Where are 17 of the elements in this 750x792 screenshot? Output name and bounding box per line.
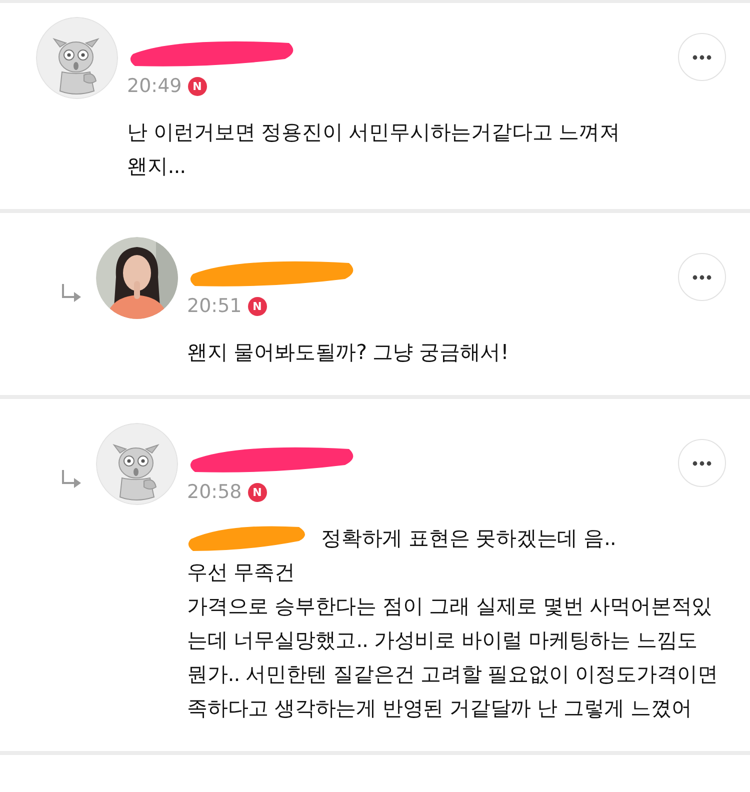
more-button[interactable] — [678, 439, 726, 487]
comment-text: 왠지 물어봐도될까? 그냥 궁금해서! — [187, 339, 510, 366]
comment-time: 20:58 — [187, 481, 242, 503]
new-badge: N — [248, 482, 267, 502]
more-button[interactable] — [678, 253, 726, 301]
more-button[interactable] — [678, 33, 726, 81]
more-icon — [692, 274, 712, 280]
new-badge: N — [188, 76, 207, 96]
more-icon — [692, 460, 712, 466]
comment-time: 20:51 — [187, 295, 242, 317]
comment-time: 20:49 — [127, 75, 182, 97]
more-icon — [692, 54, 712, 60]
comment-text: 난 이런거보면 정용진이 서민무시하는거같다고 느껴져 왠지... — [127, 119, 621, 180]
dog-avatar-icon — [36, 17, 118, 99]
new-badge: N — [248, 296, 267, 316]
comment-text: 정확하게 표현은 못하겠는데 음.. 우선 무족건 가격으로 승부한다는 점이 그래 실제로 몇번 사먹어본적있는데 너무실망했고.. 가성비로 바이럴 마케팅하는 느낌도 뭔가.. 서민한텐 질같은건 고려할 필요없이 이정도가격이면 족하다고 생각하는게 반영된 거같달까 난 그렇게 느꼈어 — [187, 521, 726, 725]
dog-avatar-icon — [96, 423, 178, 505]
